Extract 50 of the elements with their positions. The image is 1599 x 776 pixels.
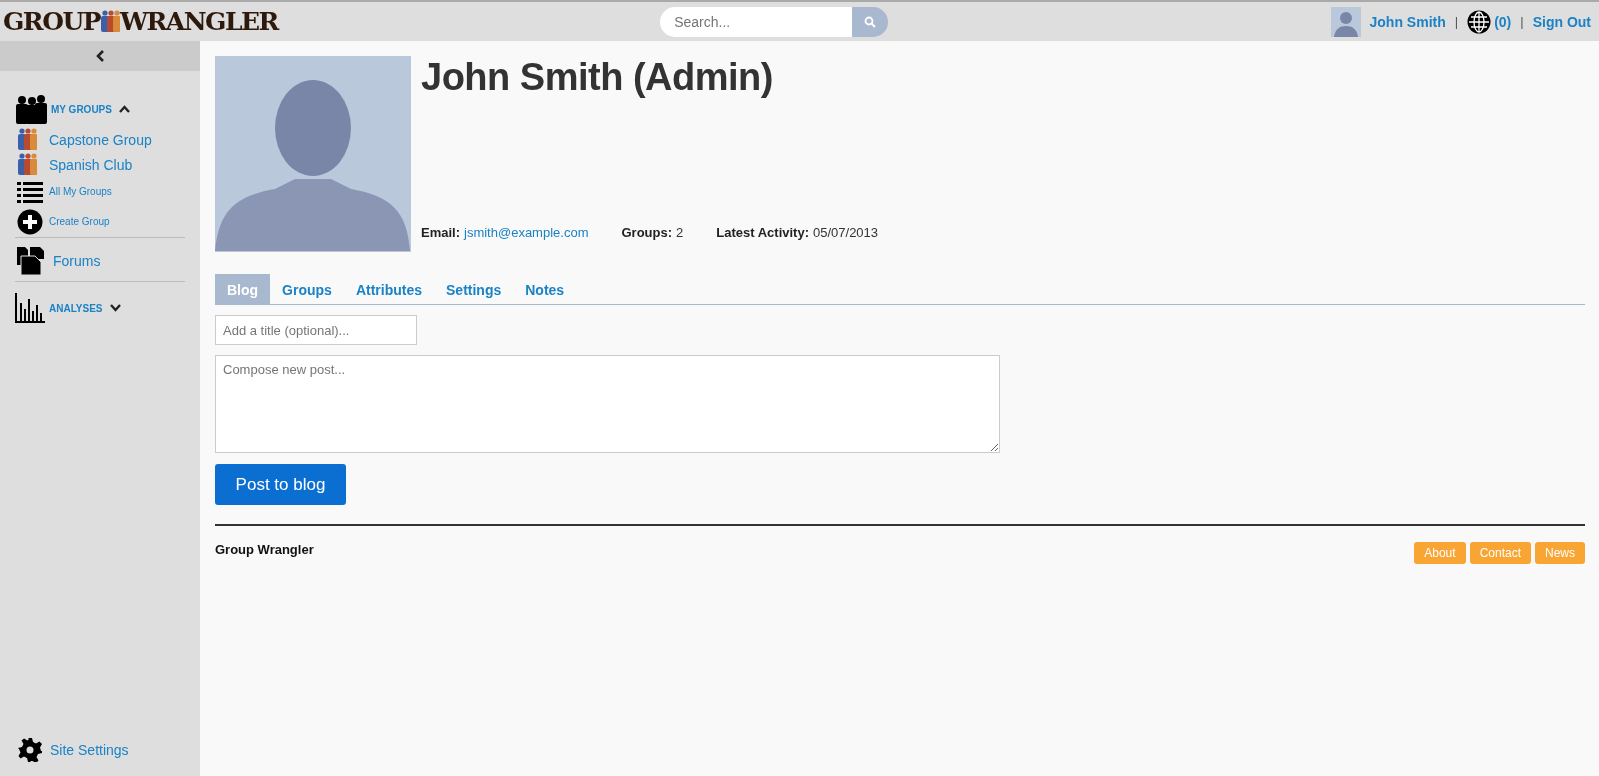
tab[interactable]: Settings xyxy=(434,274,514,304)
bar-chart-icon xyxy=(15,293,45,323)
footer-link[interactable]: About xyxy=(1414,542,1466,564)
search-field[interactable]: Search... xyxy=(660,6,853,37)
footer-link[interactable]: News xyxy=(1535,542,1585,564)
sidebar-item[interactable]: Forums xyxy=(15,241,185,282)
sidebar-item[interactable]: Capstone Group xyxy=(15,127,185,152)
people-icon xyxy=(15,94,47,124)
field-value: 05/07/2013 xyxy=(813,225,879,240)
field-label: Email: xyxy=(421,225,460,240)
sidebar-item[interactable]: All My Groups xyxy=(15,177,185,206)
field-value: 2 xyxy=(676,225,684,240)
avatar xyxy=(1330,6,1361,37)
logo-text: GROUP xyxy=(3,6,100,37)
collapse-button[interactable] xyxy=(0,41,200,71)
email-link[interactable]: jsmith@example.com xyxy=(464,225,589,240)
globe-icon xyxy=(1467,9,1492,34)
tab[interactable]: Groups xyxy=(270,274,344,304)
footer-link[interactable]: Contact xyxy=(1469,542,1531,564)
sign-out-link[interactable]: Sign Out xyxy=(1532,13,1591,30)
documents-icon xyxy=(17,247,45,275)
sidebar-item[interactable]: MY GROUPS xyxy=(15,91,185,127)
people-icon xyxy=(17,127,37,152)
tab[interactable]: Attributes xyxy=(343,274,434,304)
list-icon xyxy=(17,180,43,203)
separator: | xyxy=(1520,14,1524,29)
logo-text: WRANGLER xyxy=(120,6,278,37)
user-link[interactable]: John Smith xyxy=(1369,13,1446,30)
sidebar-item[interactable]: Spanish Club xyxy=(15,152,185,177)
field-label: Groups: xyxy=(621,225,673,240)
field-label: Latest Activity: xyxy=(716,225,809,240)
profile-name: John Smith (Admin) xyxy=(421,56,774,99)
gear-icon xyxy=(18,738,42,762)
sidebar-item[interactable]: Create Group xyxy=(15,206,185,238)
post-button[interactable]: Post to blog xyxy=(215,464,346,505)
footer-brand: Group Wrangler xyxy=(215,542,314,557)
plus-circle-icon xyxy=(17,208,43,235)
chevron-left-icon xyxy=(95,50,105,62)
post-field[interactable]: Compose new post... xyxy=(215,355,1000,453)
search-icon xyxy=(864,15,877,28)
site-settings-link[interactable]: Site Settings xyxy=(0,730,200,776)
sidebar-item[interactable]: ANALYSES xyxy=(15,290,185,326)
tab[interactable]: Blog xyxy=(215,274,271,304)
title-field[interactable]: Add a title (optional)... xyxy=(215,315,417,345)
separator: | xyxy=(1454,14,1459,29)
search-button[interactable] xyxy=(852,6,889,37)
people-logo-icon xyxy=(100,9,120,34)
people-icon xyxy=(17,152,37,177)
notifications-count[interactable]: (0) xyxy=(1494,13,1512,30)
tab[interactable]: Notes xyxy=(513,274,577,304)
